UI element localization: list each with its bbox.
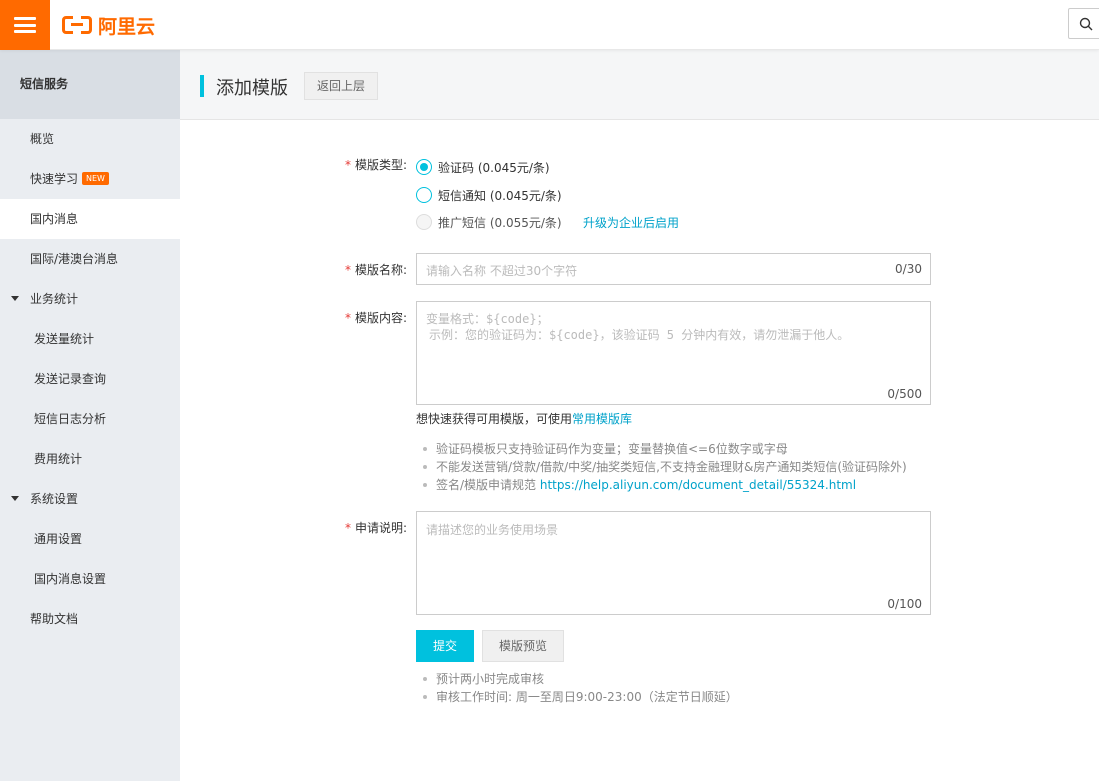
new-badge: NEW [82, 172, 109, 185]
list-item: 不能发送营销/贷款/借款/中奖/抽奖类短信,不支持金融理财&房产通知类短信(验证… [423, 458, 907, 476]
sidebar-title: 短信服务 [0, 50, 180, 119]
content-placeholder-line1: 变量格式：${code}； [426, 312, 549, 326]
content-label: * 模版内容: [344, 311, 407, 325]
template-library-link[interactable]: 常用模版库 [572, 412, 632, 426]
template-library-hint: 想快速获得可用模版，可使用常用模版库 [416, 412, 633, 426]
radio-checked-icon [416, 159, 432, 175]
upgrade-enterprise-link[interactable]: 升级为企业后启用 [583, 214, 679, 231]
name-char-count: 0/30 [895, 262, 922, 276]
sidebar-item-domestic[interactable]: 国内消息 [0, 199, 180, 239]
search-icon [1079, 17, 1093, 31]
top-bar: 阿里云 [0, 0, 1099, 50]
brand-name: 阿里云 [98, 15, 156, 38]
sidebar-item-send-records[interactable]: 发送记录查询 [0, 359, 180, 399]
sidebar-item-domestic-settings[interactable]: 国内消息设置 [0, 559, 180, 599]
sidebar-item-general-settings[interactable]: 通用设置 [0, 519, 180, 559]
page-header: 添加模版 返回上层 [180, 50, 1099, 120]
sidebar-item-international[interactable]: 国际/港澳台消息 [0, 239, 180, 279]
radio-unchecked-icon [416, 187, 432, 203]
search-button[interactable] [1068, 8, 1099, 39]
title-accent-bar [200, 75, 204, 97]
radio-promotion: 推广短信 (0.055元/条) [416, 213, 562, 231]
back-button[interactable]: 返回上层 [304, 72, 378, 100]
list-item: 审核工作时间: 周一至周日9:00-23:00（法定节日顺延） [423, 688, 738, 706]
name-label: * 模版名称: [344, 263, 407, 277]
type-label: * 模版类型: [344, 158, 407, 172]
preview-button[interactable]: 模版预览 [482, 630, 564, 662]
sidebar: 短信服务 概览 快速学习 NEW 国内消息 国际/港澳台消息 业务统计 发送量统计… [0, 50, 180, 781]
page-title: 添加模版 [216, 78, 288, 99]
radio-disabled-icon [416, 214, 432, 230]
brand-logo[interactable]: 阿里云 [62, 13, 156, 38]
content-char-count: 0/500 [887, 387, 922, 401]
description-char-count: 0/100 [887, 597, 922, 611]
sidebar-group-system-settings[interactable]: 系统设置 [0, 479, 180, 519]
list-item: 验证码模板只支持验证码作为变量；变量替换值<=6位数字或字母 [423, 440, 907, 458]
sidebar-item-send-volume[interactable]: 发送量统计 [0, 319, 180, 359]
main-content: 添加模版 返回上层 * 模版类型: 验证码 (0.045元/条) 短信通知 (0.… [180, 50, 1099, 781]
spec-doc-link[interactable]: https://help.aliyun.com/document_detail/… [540, 478, 856, 492]
list-item: 预计两小时完成审核 [423, 670, 738, 688]
template-name-input[interactable]: 请输入名称 不超过30个字符 0/30 [416, 253, 931, 285]
aliyun-logo-icon [62, 15, 92, 37]
sidebar-item-overview[interactable]: 概览 [0, 119, 180, 159]
sidebar-item-quick-learn[interactable]: 快速学习 NEW [0, 159, 180, 199]
name-placeholder: 请输入名称 不超过30个字符 [426, 264, 578, 278]
sidebar-group-business-stats[interactable]: 业务统计 [0, 279, 180, 319]
content-placeholder-line2: 示例：您的验证码为：${code}，该验证码 5 分钟内有效，请勿泄漏于他人。 [429, 328, 850, 342]
caret-down-icon [11, 296, 19, 301]
sidebar-item-help-docs[interactable]: 帮助文档 [0, 599, 180, 639]
description-label: * 申请说明: [344, 521, 407, 535]
sidebar-item-cost-stats[interactable]: 费用统计 [0, 439, 180, 479]
content-rules-list: 验证码模板只支持验证码作为变量；变量替换值<=6位数字或字母 不能发送营销/贷款… [423, 440, 907, 494]
caret-down-icon [11, 496, 19, 501]
description-textarea[interactable]: 请描述您的业务使用场景 0/100 [416, 511, 931, 615]
template-content-textarea[interactable]: 变量格式：${code}； 示例：您的验证码为：${code}，该验证码 5 分… [416, 301, 931, 405]
review-notes-list: 预计两小时完成审核 审核工作时间: 周一至周日9:00-23:00（法定节日顺延… [423, 670, 738, 706]
sidebar-item-log-analysis[interactable]: 短信日志分析 [0, 399, 180, 439]
radio-verification-code[interactable]: 验证码 (0.045元/条) [416, 158, 550, 176]
hamburger-menu-icon[interactable] [0, 0, 50, 50]
list-item: 签名/模版申请规范 https://help.aliyun.com/docume… [423, 476, 907, 494]
description-placeholder: 请描述您的业务使用场景 [426, 523, 559, 537]
submit-button[interactable]: 提交 [416, 630, 474, 662]
radio-notification[interactable]: 短信通知 (0.045元/条) [416, 186, 562, 204]
